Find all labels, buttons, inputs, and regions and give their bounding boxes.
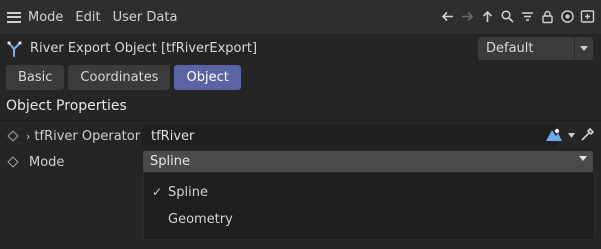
section-divider — [0, 120, 601, 121]
mode-option-spline[interactable]: ✓ Spline — [144, 181, 594, 203]
link-tools — [544, 126, 595, 144]
property-row-mode: Mode Spline — [0, 151, 601, 173]
keyframe-diamond-icon[interactable] — [7, 156, 19, 168]
tab-basic[interactable]: Basic — [6, 65, 65, 90]
forward-arrow-icon[interactable] — [460, 8, 475, 25]
mode-dropdown-menu: ✓ Spline Geometry — [143, 172, 595, 240]
hamburger-menu-icon[interactable] — [7, 11, 21, 23]
target-icon[interactable] — [560, 8, 575, 25]
new-panel-icon[interactable] — [580, 8, 595, 25]
link-dropdown-chevron-icon[interactable] — [568, 132, 575, 138]
checkmark-icon: ✓ — [152, 185, 163, 199]
mode-option-geometry[interactable]: Geometry — [144, 208, 594, 230]
preset-dropdown[interactable]: Default — [478, 37, 593, 60]
preset-label: Default — [486, 41, 534, 56]
tab-coordinates[interactable]: Coordinates — [68, 65, 171, 90]
up-arrow-icon[interactable] — [480, 8, 495, 25]
mode-label: Mode — [29, 154, 65, 170]
filter-icon[interactable] — [520, 8, 535, 25]
menu-user-data[interactable]: User Data — [113, 10, 178, 25]
eyedropper-icon[interactable] — [579, 127, 595, 143]
chevron-down-icon[interactable] — [579, 156, 587, 161]
object-link-icon[interactable] — [544, 126, 564, 144]
river-export-icon — [7, 40, 22, 57]
section-title: Object Properties — [6, 98, 127, 114]
menu-mode[interactable]: Mode — [28, 10, 63, 25]
menu-edit[interactable]: Edit — [75, 10, 100, 25]
back-arrow-icon[interactable] — [440, 8, 455, 25]
toolbar-icons — [440, 8, 595, 25]
operator-value: tfRiver — [151, 128, 195, 144]
lock-icon[interactable] — [540, 8, 555, 25]
operator-link-field[interactable]: tfRiver — [143, 125, 557, 147]
operator-label: tfRiver Operator — [34, 128, 141, 144]
option-label: Geometry — [168, 211, 233, 227]
keyframe-diamond-icon[interactable] — [7, 130, 19, 142]
object-title: River Export Object [tfRiverExport] — [30, 41, 258, 56]
mode-selected-value: Spline — [150, 154, 190, 169]
object-title-bar: River Export Object [tfRiverExport] Defa… — [0, 35, 601, 62]
menu-bar: Mode Edit User Data — [0, 0, 601, 35]
tab-object[interactable]: Object — [174, 65, 241, 90]
mode-select[interactable]: Spline — [143, 151, 593, 172]
expand-chevron-icon[interactable]: › — [26, 130, 30, 143]
option-label: Spline — [168, 184, 208, 200]
search-icon[interactable] — [500, 8, 515, 25]
chevron-down-icon[interactable] — [574, 37, 593, 60]
tab-bar: Basic Coordinates Object — [6, 65, 241, 90]
property-row-operator: › tfRiver Operator tfRiver — [0, 125, 601, 147]
